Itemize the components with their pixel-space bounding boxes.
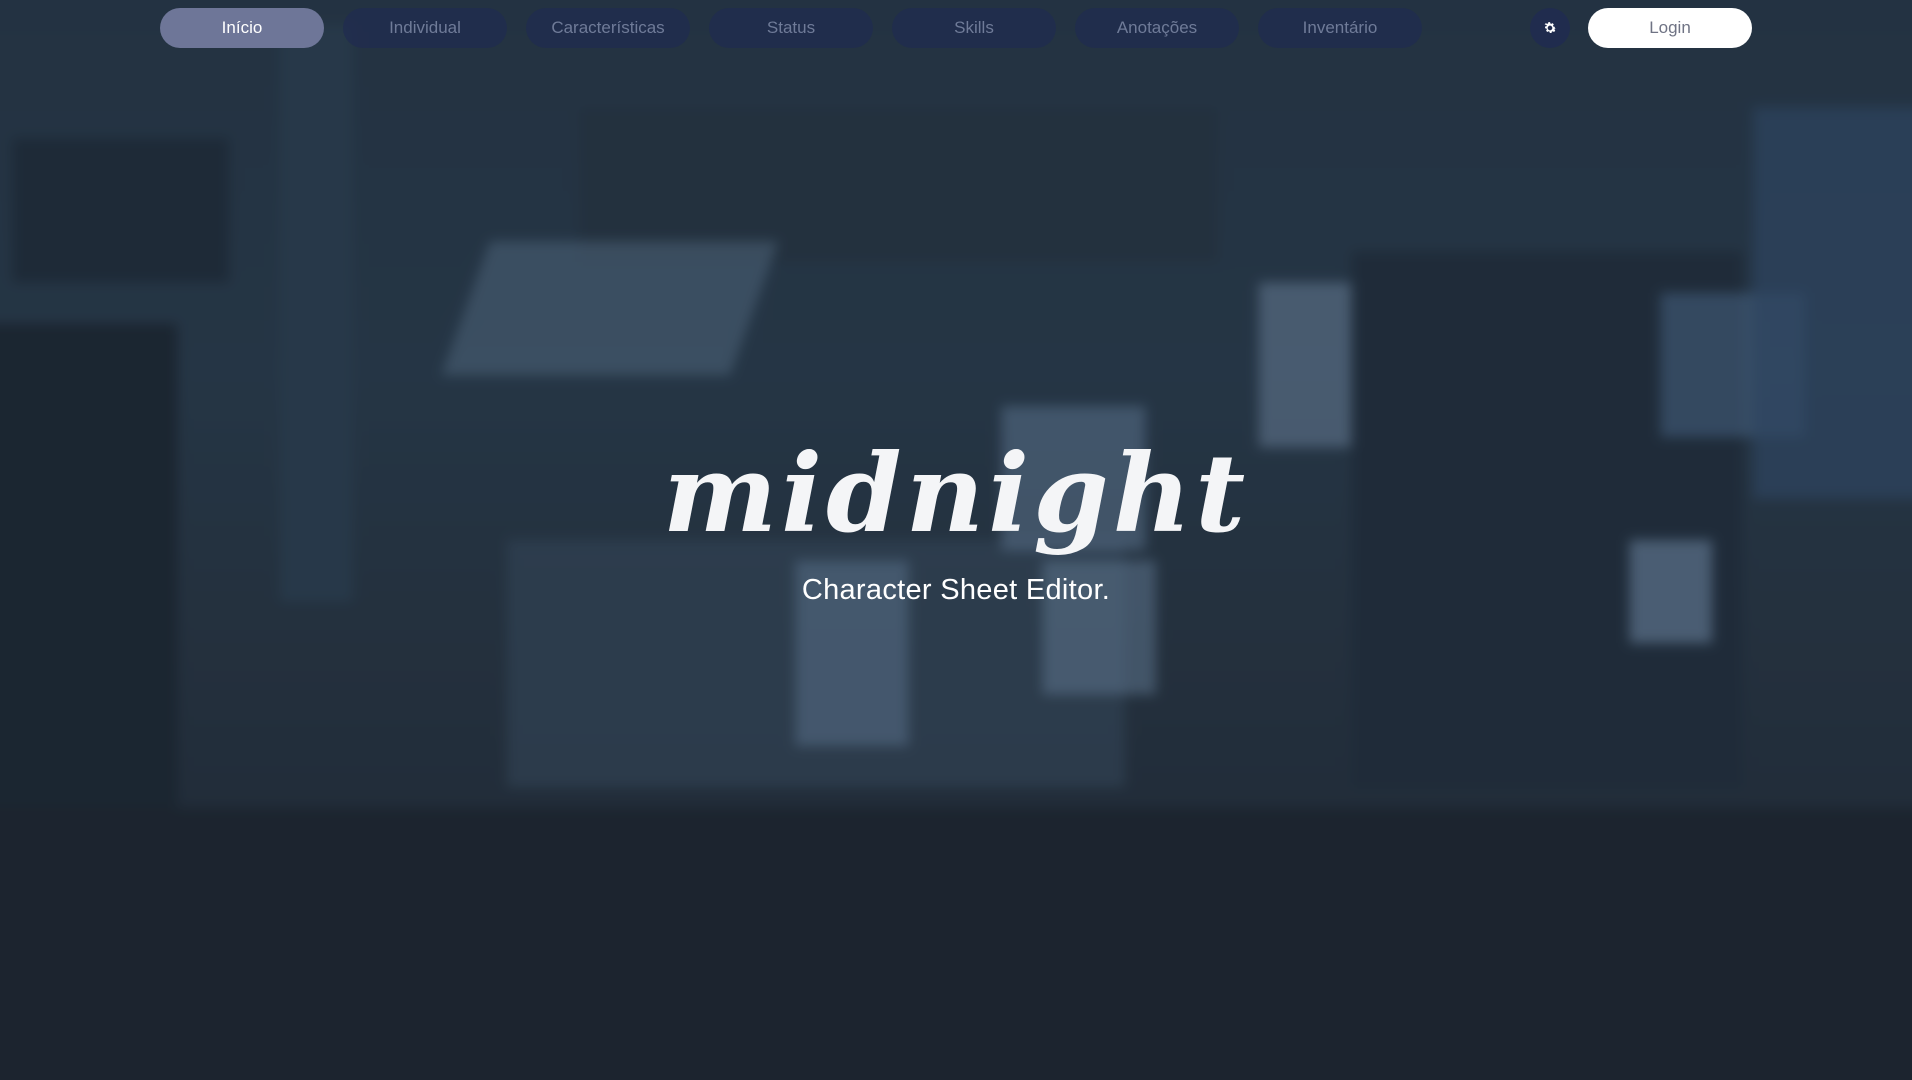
page: Início Individual Características Status… <box>0 0 1912 1080</box>
nav-item-inventario[interactable]: Inventário <box>1258 8 1422 48</box>
gear-icon <box>1544 22 1557 33</box>
nav-item-anotacoes[interactable]: Anotações <box>1075 8 1239 48</box>
nav-item-individual[interactable]: Individual <box>343 8 507 48</box>
nav-item-caracteristicas[interactable]: Características <box>526 8 690 48</box>
nav-item-inicio[interactable]: Início <box>160 8 324 48</box>
login-button[interactable]: Login <box>1588 8 1752 48</box>
main-nav: Início Individual Características Status… <box>160 8 1422 48</box>
nav-item-skills[interactable]: Skills <box>892 8 1056 48</box>
tagline: Character Sheet Editor. <box>801 574 1111 606</box>
midnight-logo: midnight <box>662 431 1250 557</box>
settings-button[interactable] <box>1530 8 1570 48</box>
hero: midnight Character Sheet Editor. <box>0 440 1912 607</box>
nav-item-status[interactable]: Status <box>709 8 873 48</box>
